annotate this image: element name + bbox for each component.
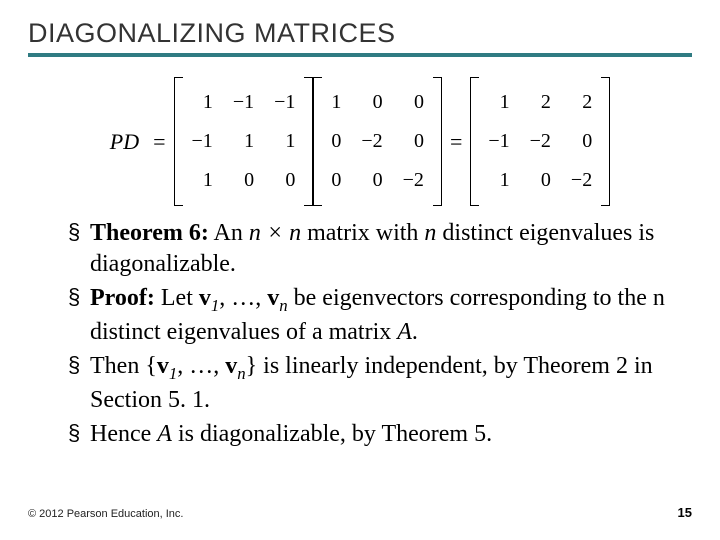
- slide-title: DIAGONALIZING MATRICES: [28, 18, 692, 49]
- bullet-independent: Then {v1, …, vn} is linearly independent…: [68, 351, 692, 415]
- bullet-hence: Hence A is diagonalizable, by Theorem 5.: [68, 419, 692, 450]
- bullet-theorem: Theorem 6: An n × n matrix with n distin…: [68, 218, 692, 279]
- footer: © 2012 Pearson Education, Inc. 15: [28, 505, 692, 520]
- matrix-D: 100 0−20 00−2: [313, 79, 442, 204]
- bullet-list: Theorem 6: An n × n matrix with n distin…: [28, 218, 692, 450]
- matrix-P: 1−1−1 −111 100: [174, 79, 314, 204]
- eq-lhs: PD: [110, 129, 139, 155]
- page-number: 15: [678, 505, 692, 520]
- equals-sign: =: [153, 129, 165, 155]
- matrix-result: 122 −1−20 10−2: [470, 79, 610, 204]
- title-rule: [28, 53, 692, 57]
- equals-sign-2: =: [450, 129, 462, 155]
- equation: PD = 1−1−1 −111 100 100 0−20 00−2 = 122 …: [28, 79, 692, 204]
- bullet-proof: Proof: Let v1, …, vn be eigenvectors cor…: [68, 283, 692, 347]
- copyright: © 2012 Pearson Education, Inc.: [28, 508, 183, 520]
